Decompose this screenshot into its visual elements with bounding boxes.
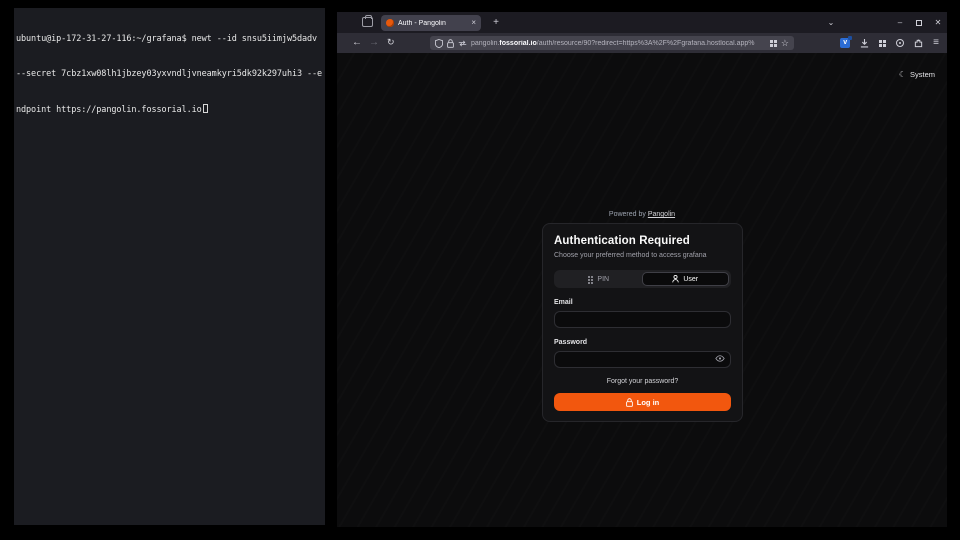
tab-pin-label: PIN bbox=[597, 276, 609, 283]
theme-label: System bbox=[910, 70, 935, 79]
tab-user-label: User bbox=[683, 276, 698, 283]
new-tab-button[interactable]: + bbox=[489, 16, 503, 30]
terminal-line: ndpoint https://pangolin.fossorial.io bbox=[16, 104, 323, 116]
terminal-line-text: ndpoint https://pangolin.fossorial.io bbox=[16, 105, 202, 115]
url-bar[interactable]: pangolin.fossorial.io/auth/resource/90?r… bbox=[430, 36, 794, 50]
theme-toggle[interactable]: ☾ System bbox=[899, 70, 935, 79]
tab-user[interactable]: User bbox=[642, 272, 730, 286]
toolbar-extensions: v ≡ bbox=[840, 33, 939, 53]
moon-icon: ☾ bbox=[899, 70, 906, 79]
shortcuts-grid-icon[interactable] bbox=[770, 40, 777, 47]
terminal-line: ubuntu@ip-172-31-27-116:~/grafana$ newt … bbox=[16, 34, 323, 46]
auth-card: Authentication Required Choose your pref… bbox=[542, 223, 743, 422]
login-lock-icon bbox=[626, 398, 633, 407]
minimize-button[interactable]: – bbox=[895, 18, 905, 27]
tab-bar: Auth - Pangolin × + ⌄ – ✕ bbox=[337, 12, 947, 33]
firefox-view-icon[interactable] bbox=[362, 17, 373, 27]
terminal-line: --secret 7cbz1xw08lh1jbzey03yxvndljvneam… bbox=[16, 69, 323, 81]
url-path: /auth/resource/90?redirect=https%3A%2F%2… bbox=[537, 40, 755, 47]
url-domain: fossorial.io bbox=[499, 40, 536, 47]
login-button[interactable]: Log in bbox=[554, 393, 731, 411]
swap-arrows-icon[interactable] bbox=[458, 40, 467, 47]
terminal-cursor bbox=[203, 104, 208, 113]
extensions-puzzle-icon[interactable] bbox=[914, 39, 923, 48]
email-input[interactable] bbox=[554, 311, 731, 328]
card-title: Authentication Required bbox=[554, 235, 731, 247]
record-circle-icon[interactable] bbox=[896, 39, 904, 47]
password-wrap bbox=[554, 346, 731, 368]
card-subtitle: Choose your preferred method to access g… bbox=[554, 252, 731, 259]
page-content: ☾ System Powered by Pangolin Authenticat… bbox=[337, 53, 947, 527]
browser-toolbar: ← → ↻ pangolin.fossorial.io/auth/resourc… bbox=[337, 33, 947, 53]
url-prefix: pangolin. bbox=[471, 40, 499, 47]
browser-window: Auth - Pangolin × + ⌄ – ✕ ← → ↻ pangolin… bbox=[337, 12, 947, 527]
powered-by: Powered by Pangolin bbox=[337, 211, 947, 218]
terminal-window[interactable]: ubuntu@ip-172-31-27-116:~/grafana$ newt … bbox=[14, 8, 325, 525]
close-button[interactable]: ✕ bbox=[933, 18, 943, 27]
reload-button[interactable]: ↻ bbox=[387, 38, 395, 47]
email-label: Email bbox=[554, 299, 731, 306]
extension-grid-icon[interactable] bbox=[879, 40, 886, 47]
download-icon[interactable] bbox=[860, 39, 869, 48]
back-button[interactable]: ← bbox=[352, 38, 362, 48]
browser-tab[interactable]: Auth - Pangolin × bbox=[381, 15, 481, 31]
bookmark-star-icon[interactable]: ☆ bbox=[781, 39, 789, 48]
tab-pin[interactable]: PIN bbox=[556, 272, 642, 286]
method-tabs: PIN User bbox=[554, 270, 731, 288]
url-text: pangolin.fossorial.io/auth/resource/90?r… bbox=[471, 40, 766, 47]
pangolin-link[interactable]: Pangolin bbox=[648, 211, 675, 218]
maximize-button[interactable] bbox=[916, 20, 922, 26]
desktop: ubuntu@ip-172-31-27-116:~/grafana$ newt … bbox=[0, 0, 960, 540]
eye-icon[interactable] bbox=[715, 355, 725, 362]
lock-icon[interactable] bbox=[447, 39, 454, 48]
powered-by-text: Powered by bbox=[609, 211, 646, 218]
password-label: Password bbox=[554, 339, 731, 346]
list-tabs-chevron-icon[interactable]: ⌄ bbox=[826, 18, 836, 27]
shield-icon[interactable] bbox=[435, 39, 443, 48]
forgot-password-link[interactable]: Forgot your password? bbox=[554, 378, 731, 385]
tab-close-icon[interactable]: × bbox=[471, 19, 476, 27]
pangolin-favicon-icon bbox=[386, 19, 394, 27]
menu-icon[interactable]: ≡ bbox=[933, 38, 939, 48]
tab-title: Auth - Pangolin bbox=[398, 20, 467, 27]
blue-extension-icon[interactable]: v bbox=[840, 38, 850, 48]
user-icon bbox=[672, 275, 679, 283]
login-label: Log in bbox=[637, 398, 660, 407]
keypad-icon bbox=[588, 276, 593, 283]
forward-button[interactable]: → bbox=[369, 38, 379, 48]
window-controls: ⌄ – ✕ bbox=[826, 12, 943, 33]
password-input[interactable] bbox=[554, 351, 731, 368]
